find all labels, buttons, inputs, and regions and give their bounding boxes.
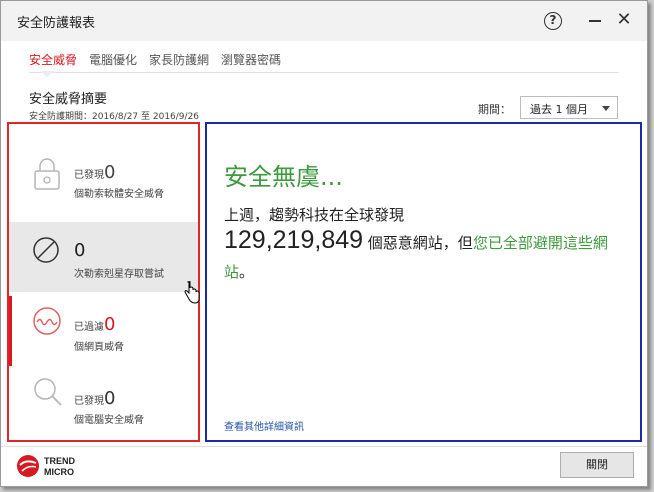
- threat-line-1: 已發現0: [74, 388, 115, 409]
- safe-headline: 安全無虞...: [224, 163, 343, 191]
- threat-desc: 個網頁威脅: [74, 342, 124, 353]
- lock-icon: [34, 158, 60, 190]
- threat-item-pc-threats[interactable]: 已發現0 個電腦安全威脅: [9, 368, 198, 438]
- tab-pc-optimization[interactable]: 電腦優化: [89, 51, 137, 68]
- close-icon[interactable]: ✕: [614, 10, 634, 30]
- period-label: 期間：: [478, 103, 511, 116]
- title-bar: 安全防護報表 ? ✕: [1, 1, 647, 41]
- magnifier-icon: [34, 378, 62, 406]
- summary-title: 安全威脅摘要: [29, 92, 108, 107]
- threat-line-1: 已過濾0: [74, 314, 115, 335]
- tab-browser-passwords[interactable]: 瀏覽器密碼: [221, 51, 281, 68]
- threat-item-web-threats[interactable]: 已過濾0 個網頁威脅: [9, 296, 198, 366]
- period-dropdown-value: 過去 1 個月: [530, 103, 588, 116]
- threat-prefix: 已發現: [74, 396, 104, 407]
- trend-micro-logo: TREND MICRO: [17, 455, 75, 477]
- stat-text: 個惡意網站，但: [363, 234, 473, 252]
- help-icon[interactable]: ?: [544, 12, 562, 30]
- malicious-site-count: 129,219,849: [224, 226, 364, 254]
- threat-item-access-attempts[interactable]: 0 次勒索剋星存取嘗試: [9, 222, 198, 292]
- threat-prefix: 已過濾: [74, 322, 104, 333]
- threat-list-panel: 已發現0 個勒索軟體安全威脅 0 次勒索剋星存取嘗試 已過濾0 個網頁威脅 已發…: [7, 122, 200, 442]
- threat-count: 0: [74, 240, 86, 261]
- tab-divider: [29, 72, 619, 73]
- threat-line-1: 0: [74, 240, 85, 261]
- threat-desc: 個電腦安全威脅: [74, 415, 144, 426]
- close-button[interactable]: 關閉: [560, 452, 634, 478]
- threat-count: 0: [104, 388, 116, 409]
- footer-divider: [1, 446, 647, 447]
- more-details-link[interactable]: 查看其他詳細資訊: [224, 418, 304, 433]
- threat-line-1: 已發現0: [74, 162, 115, 183]
- period-dropdown[interactable]: 過去 1 個月: [520, 96, 618, 119]
- active-tab-pointer: [40, 71, 54, 77]
- threat-desc: 次勒索剋星存取嘗試: [74, 269, 164, 280]
- stat-end: 。: [239, 263, 255, 281]
- web-threat-icon: [33, 307, 61, 335]
- blocked-icon: [33, 237, 59, 263]
- threat-desc: 個勒索軟體安全威脅: [74, 189, 164, 200]
- threat-count: 0: [104, 162, 116, 183]
- window-title: 安全防護報表: [17, 16, 96, 31]
- web-threat-marker: [9, 296, 12, 366]
- global-stat-line: 129,219,849 個惡意網站，但您已全部避開這些網站。: [224, 226, 629, 287]
- detail-panel: 安全無虞... 上週，趨勢科技在全球發現 129,219,849 個惡意網站，但…: [205, 122, 642, 442]
- minimize-icon[interactable]: [585, 10, 605, 30]
- report-window: 安全防護報表 ? ✕ 安全威脅 電腦優化 家長防護網 瀏覽器密碼 安全威脅摘要 …: [0, 0, 648, 487]
- logo-word-micro: MICRO: [44, 467, 74, 477]
- threat-prefix: 已發現: [74, 170, 104, 181]
- tab-parental-controls[interactable]: 家長防護網: [149, 51, 209, 68]
- threat-item-ransomware[interactable]: 已發現0 個勒索軟體安全威脅: [9, 142, 198, 212]
- logo-word-trend: TREND: [44, 456, 75, 466]
- chevron-down-icon: [602, 106, 610, 111]
- summary-period: 安全防護期間：2016/8/27 至 2016/9/26: [29, 112, 200, 122]
- global-stat-intro: 上週，趨勢科技在全球發現: [224, 206, 405, 224]
- threat-count: 0: [104, 314, 116, 335]
- hand-cursor-icon: [184, 281, 200, 304]
- tab-security-threats[interactable]: 安全威脅: [29, 51, 77, 68]
